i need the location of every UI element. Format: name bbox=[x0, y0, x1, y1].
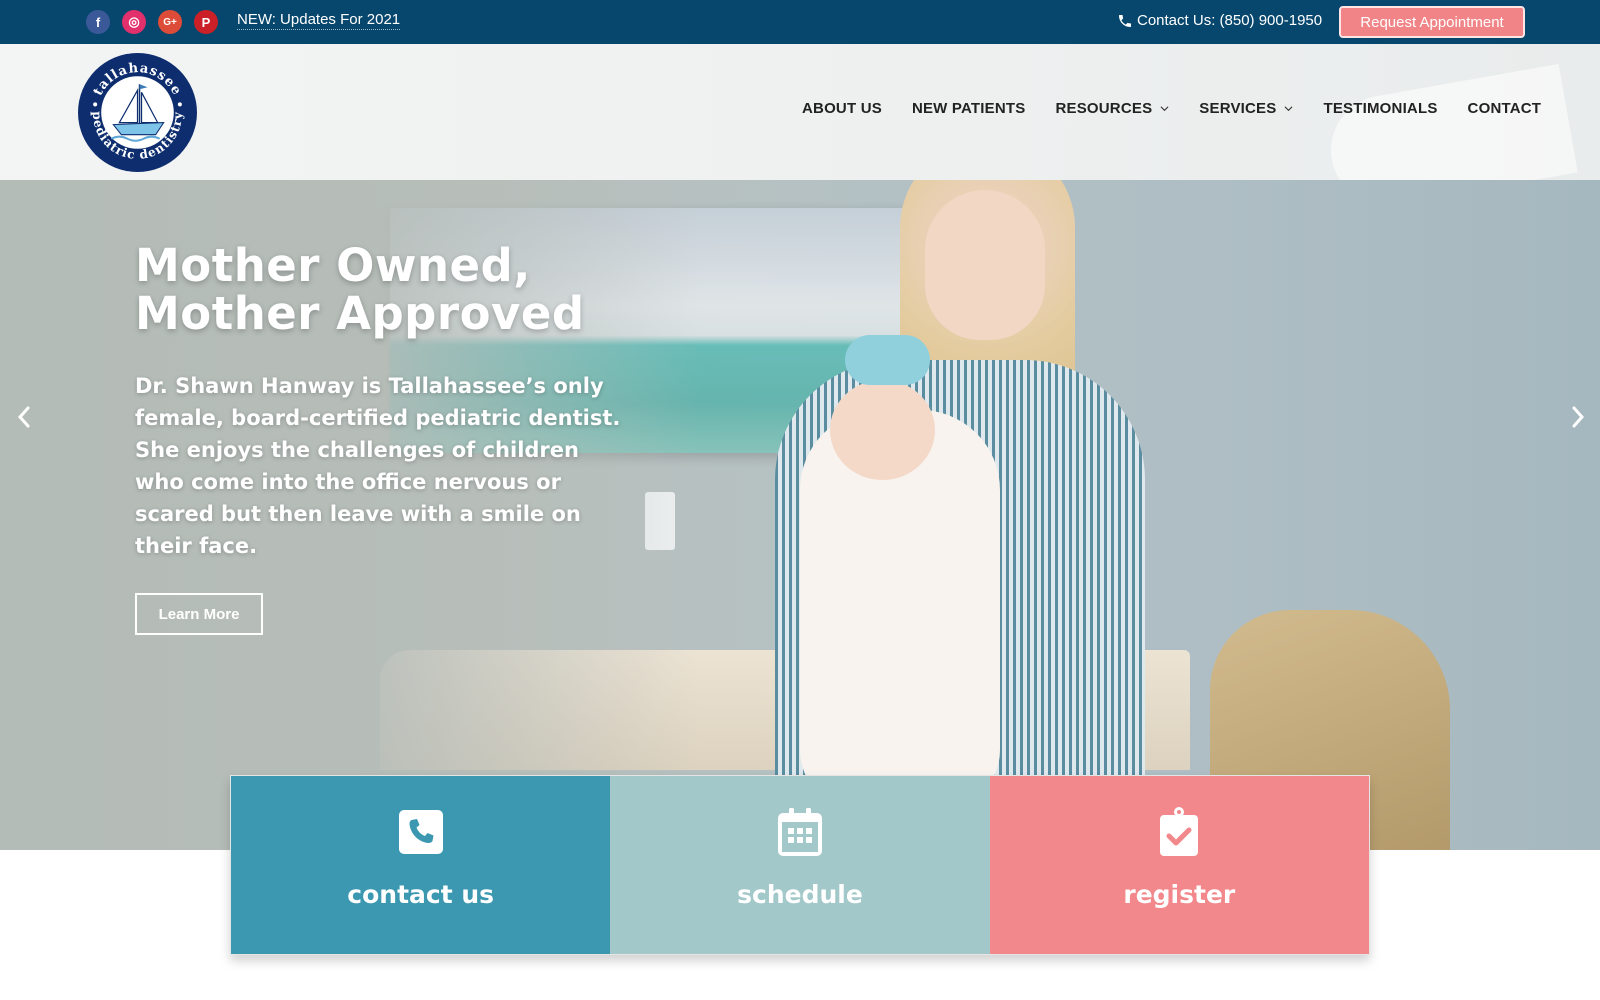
contact-us-button[interactable]: contact us bbox=[231, 776, 611, 954]
hero-slider: Mother Owned, Mother Approved Dr. Shawn … bbox=[0, 180, 1600, 850]
chevron-right-icon[interactable] bbox=[1566, 402, 1590, 432]
nav-label: NEW PATIENTS bbox=[911, 100, 1026, 117]
contact-phone[interactable]: Contact Us: (850) 900-1950 bbox=[1117, 12, 1322, 29]
pinterest-icon[interactable]: P bbox=[194, 10, 218, 34]
nav-services[interactable]: SERVICES bbox=[1199, 100, 1293, 117]
nav-new-patients[interactable]: NEW PATIENTS bbox=[912, 100, 1026, 117]
facebook-icon[interactable]: f bbox=[86, 10, 110, 34]
learn-more-button[interactable]: Learn More bbox=[135, 593, 263, 635]
hero-title-line-2: Mother Approved bbox=[135, 287, 585, 340]
nav-label: SERVICES bbox=[1199, 100, 1277, 117]
nav-contact[interactable]: CONTACT bbox=[1468, 100, 1542, 117]
google-plus-icon[interactable]: G+ bbox=[158, 10, 182, 34]
chevron-down-icon bbox=[1284, 106, 1293, 112]
phone-icon bbox=[1119, 14, 1131, 27]
hero-title-line-1: Mother Owned, bbox=[135, 239, 531, 292]
clipboard-check-icon bbox=[1160, 807, 1199, 856]
hero-title: Mother Owned, Mother Approved bbox=[135, 242, 585, 338]
nav-label: RESOURCES bbox=[1055, 100, 1153, 117]
register-button[interactable]: register bbox=[989, 776, 1369, 954]
site-header: tallahassee pediatric dentistry ABOUT US… bbox=[0, 44, 1600, 180]
calendar-icon bbox=[777, 808, 822, 856]
schedule-label: schedule bbox=[737, 880, 863, 909]
baby-face-image bbox=[830, 380, 935, 480]
phone-icon bbox=[398, 810, 443, 854]
instagram-icon[interactable]: ◎ bbox=[122, 10, 146, 34]
nav-label: TESTIMONIALS bbox=[1323, 100, 1438, 117]
baby-bow-image bbox=[845, 335, 930, 385]
nav-label: CONTACT bbox=[1467, 100, 1542, 117]
header-background-decoration bbox=[1322, 63, 1578, 180]
chevron-down-icon bbox=[1160, 106, 1169, 112]
schedule-button[interactable]: schedule bbox=[610, 776, 990, 954]
contact-phone-text: Contact Us: (850) 900-1950 bbox=[1137, 12, 1323, 29]
chevron-left-icon[interactable] bbox=[12, 402, 36, 432]
nav-about-us[interactable]: ABOUT US bbox=[802, 100, 882, 117]
main-nav: ABOUT US NEW PATIENTS RESOURCES SERVICES… bbox=[802, 100, 1541, 117]
nav-resources[interactable]: RESOURCES bbox=[1055, 100, 1169, 117]
request-appointment-button[interactable]: Request Appointment bbox=[1339, 6, 1525, 38]
contact-us-label: contact us bbox=[347, 880, 495, 909]
hero-description: Dr. Shawn Hanway is Tallahassee’s only f… bbox=[135, 374, 621, 558]
nav-label: ABOUT US bbox=[802, 100, 882, 117]
nav-testimonials[interactable]: TESTIMONIALS bbox=[1323, 100, 1437, 117]
register-label: register bbox=[1123, 880, 1236, 909]
site-logo[interactable]: tallahassee pediatric dentistry bbox=[77, 52, 198, 173]
top-bar: f ◎ G+ P NEW: Updates For 2021 Contact U… bbox=[0, 0, 1600, 44]
mother-face-image bbox=[925, 190, 1045, 340]
news-link[interactable]: NEW: Updates For 2021 bbox=[237, 11, 401, 30]
cta-panels: contact us schedule register bbox=[230, 775, 1370, 955]
